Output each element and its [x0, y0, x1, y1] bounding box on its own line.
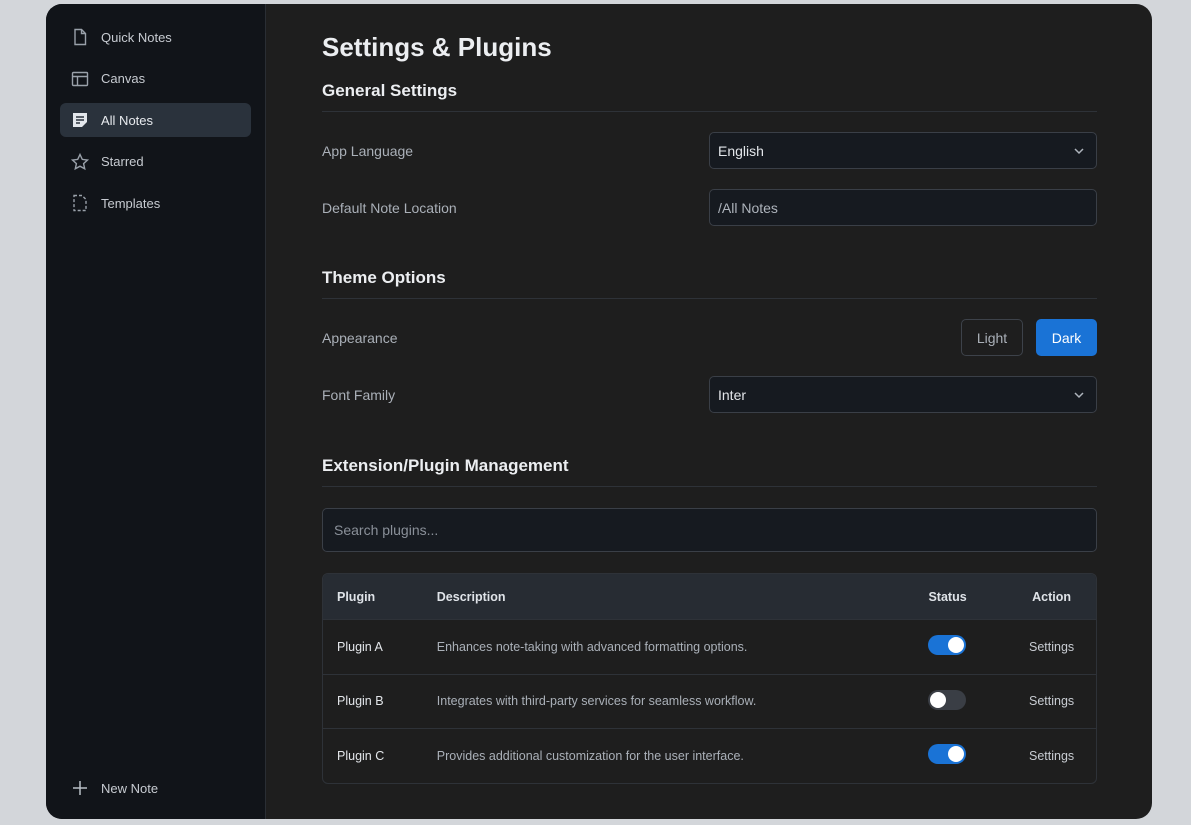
table-row: Plugin B Integrates with third-party ser… — [323, 673, 1096, 729]
language-value: English — [718, 142, 764, 159]
section-title-theme: Theme Options — [322, 268, 1097, 299]
sidebar: Quick Notes Canvas All Notes Starred Tem… — [46, 4, 266, 819]
plugin-description: Enhances note-taking with advanced forma… — [436, 639, 748, 654]
table-header: Plugin Description Status Action — [323, 574, 1096, 619]
chevron-down-icon — [1074, 391, 1084, 398]
dark-theme-button[interactable]: Dark — [1036, 319, 1097, 356]
notes-icon — [71, 111, 89, 129]
sidebar-item-label: Starred — [101, 154, 144, 170]
layout-icon — [71, 70, 89, 88]
page-title: Settings & Plugins — [322, 32, 552, 62]
table-row: Plugin C Provides additional customizati… — [323, 728, 1096, 783]
note-location-input[interactable]: /All Notes — [709, 189, 1097, 226]
toggle-knob — [930, 691, 947, 708]
appearance-toggle: Light Dark — [961, 319, 1097, 356]
template-icon — [71, 194, 89, 212]
language-select[interactable]: English — [709, 132, 1097, 169]
sidebar-item-starred[interactable]: Starred — [60, 145, 251, 179]
location-value: /All Notes — [718, 199, 778, 216]
plugin-toggle[interactable] — [928, 744, 967, 765]
plugin-name: Plugin A — [337, 639, 383, 654]
plugin-name: Plugin B — [337, 694, 384, 709]
plugin-table: Plugin Description Status Action Plugin … — [322, 573, 1097, 784]
plugin-settings-link[interactable]: Settings — [1007, 749, 1096, 763]
plugin-name: Plugin C — [337, 748, 385, 763]
status-cell — [914, 744, 1007, 767]
app-window: Quick Notes Canvas All Notes Starred Tem… — [46, 4, 1152, 819]
settings-main: Settings & Plugins General Settings App … — [266, 4, 1152, 819]
sidebar-item-all-notes[interactable]: All Notes — [60, 103, 251, 138]
plugin-toggle[interactable] — [928, 635, 967, 656]
font-family-select[interactable]: Inter — [709, 376, 1097, 413]
sidebar-item-label: Templates — [101, 195, 161, 211]
status-cell — [914, 635, 1007, 658]
sidebar-item-label: Quick Notes — [101, 29, 172, 45]
setting-row-appearance: Appearance Light Dark — [322, 319, 1097, 356]
column-header-plugin: Plugin — [337, 589, 376, 604]
plugin-toggle[interactable] — [928, 689, 967, 710]
toggle-knob — [948, 746, 965, 763]
new-note-label: New Note — [101, 780, 159, 796]
file-icon — [71, 28, 89, 46]
plugin-description: Provides additional customization for th… — [436, 748, 744, 763]
sidebar-item-templates[interactable]: Templates — [60, 186, 251, 220]
font-value: Inter — [718, 386, 747, 403]
appearance-label: Appearance — [322, 329, 398, 346]
star-icon — [71, 152, 89, 171]
new-note-button[interactable]: New Note — [60, 771, 251, 805]
plugin-settings-link[interactable]: Settings — [1007, 694, 1096, 708]
setting-row-font: Font Family Inter — [322, 376, 1097, 413]
status-cell — [914, 689, 1007, 713]
sidebar-item-canvas[interactable]: Canvas — [60, 62, 251, 96]
section-title-general: General Settings — [322, 81, 1097, 112]
setting-row-language: App Language English — [322, 132, 1097, 169]
search-placeholder: Search plugins... — [334, 522, 439, 538]
setting-row-location: Default Note Location /All Notes — [322, 189, 1097, 226]
chevron-down-icon — [1074, 147, 1084, 154]
column-header-status: Status — [928, 589, 967, 604]
toggle-knob — [948, 637, 965, 654]
font-label: Font Family — [322, 386, 396, 403]
section-title-plugins: Extension/Plugin Management — [322, 456, 1097, 487]
table-row: Plugin A Enhances note-taking with advan… — [323, 619, 1096, 674]
sidebar-item-quick-notes[interactable]: Quick Notes — [60, 20, 251, 54]
plus-icon — [71, 779, 89, 797]
location-label: Default Note Location — [322, 199, 457, 216]
plugin-description: Integrates with third-party services for… — [436, 694, 757, 709]
plugin-search-input[interactable]: Search plugins... — [322, 508, 1097, 552]
column-header-action: Action — [1032, 589, 1072, 604]
plugin-settings-link[interactable]: Settings — [1007, 640, 1096, 654]
light-theme-button[interactable]: Light — [961, 319, 1023, 356]
language-label: App Language — [322, 142, 414, 159]
sidebar-item-label: All Notes — [101, 112, 154, 128]
column-header-description: Description — [436, 589, 506, 604]
sidebar-item-label: Canvas — [101, 71, 146, 87]
